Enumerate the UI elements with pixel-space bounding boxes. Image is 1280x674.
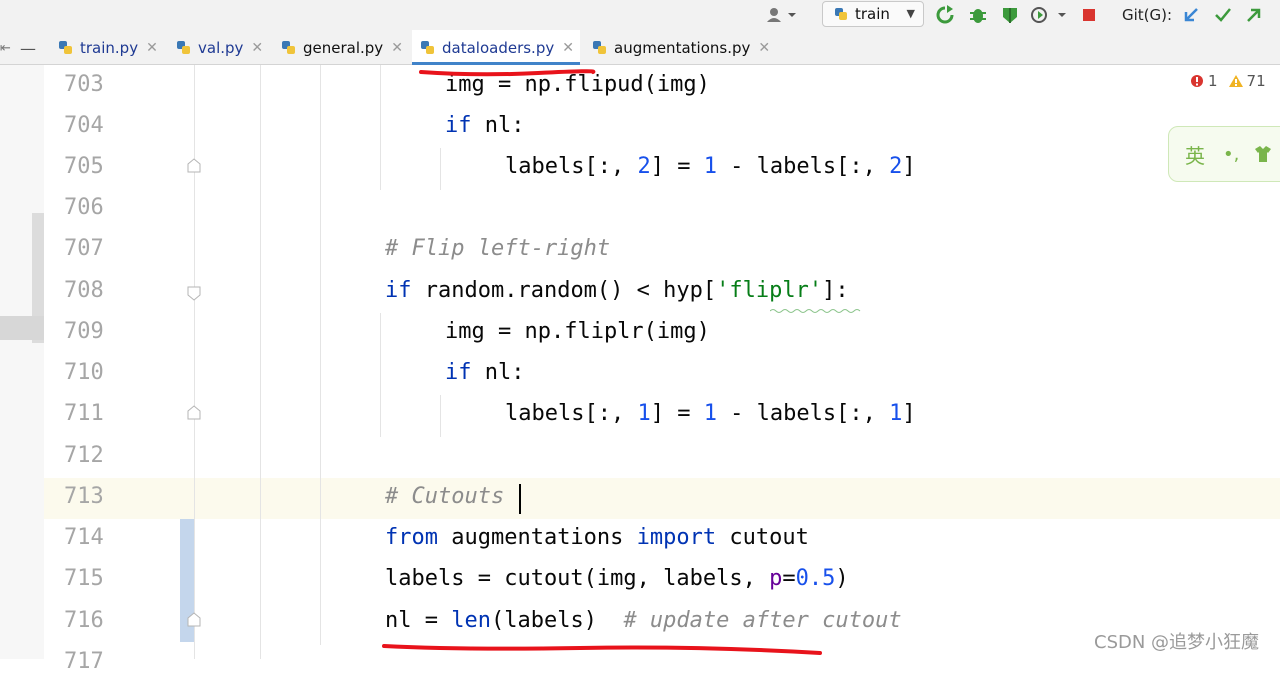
shirt-icon[interactable] [1253,145,1273,163]
inspection-widget[interactable]: 1 71 [1190,72,1266,90]
git-update-icon[interactable] [1182,0,1200,30]
project-panel-edge [0,65,44,659]
rerun-icon[interactable] [935,0,955,30]
indent-guide [260,65,261,659]
code-line-714[interactable]: from augmentations import cutout [385,525,809,550]
line-number: 714 [64,525,104,550]
indent-guide [440,148,441,190]
tab-train[interactable]: train.py ✕ [58,30,158,65]
indent-guide [320,65,321,645]
chevron-down-icon: ▼ [906,7,915,20]
line-number: 707 [64,236,104,261]
run-config-label: train [855,5,890,23]
indent-guide [380,65,381,190]
debug-icon[interactable] [968,0,988,30]
git-push-icon[interactable] [1245,0,1263,30]
code-line-707[interactable]: # Flip left-right [385,236,610,261]
line-number: 703 [64,72,104,97]
fold-end-icon[interactable] [186,612,202,628]
warning-icon [1228,75,1243,87]
code-line-709[interactable]: img = np.fliplr(img) [445,319,710,344]
error-count: 1 [1208,72,1218,90]
current-line-highlight [44,478,1280,519]
red-underline-code [382,644,822,655]
typo-squiggle [770,309,861,313]
indent-guide [440,395,441,437]
tab-label: val.py [198,38,244,57]
code-line-704[interactable]: if nl: [445,113,524,138]
watermark: CSDN @追梦小狂魔 [1094,632,1260,653]
tab-label: augmentations.py [614,38,751,57]
git-commit-icon[interactable] [1214,0,1232,30]
red-underline-tab [419,69,596,77]
code-line-713[interactable]: # Cutouts [385,484,504,509]
fold-start-icon[interactable] [186,285,202,301]
python-file-icon [282,40,295,54]
tab-val[interactable]: val.py ✕ [176,30,263,65]
tab-augmentations[interactable]: augmentations.py ✕ [592,30,770,65]
scroll-tabs-left-icon[interactable]: ⇤ [0,33,11,63]
ime-toolbar[interactable]: 英 •, [1168,126,1280,182]
tab-label: dataloaders.py [442,38,555,57]
line-number: 706 [64,195,104,220]
python-icon [835,8,847,20]
close-icon[interactable]: ✕ [391,40,403,56]
ime-language[interactable]: 英 [1185,140,1205,169]
line-number: 704 [64,113,104,138]
fold-end-icon[interactable] [186,158,202,174]
line-number: 712 [64,443,104,468]
tab-label: general.py [303,38,384,57]
warning-count: 71 [1246,72,1266,90]
close-icon[interactable]: ✕ [251,40,263,56]
tab-label: train.py [80,38,139,57]
code-line-715[interactable]: labels = cutout(img, labels, p=0.5) [385,566,849,591]
tab-general[interactable]: general.py ✕ [281,30,403,65]
user-menu-icon[interactable] [766,0,796,30]
line-number: 710 [64,360,104,385]
code-line-708[interactable]: if random.random() < hyp['fliplr']: [385,278,849,303]
close-icon[interactable]: ✕ [758,40,770,56]
ime-punctuation[interactable]: •, [1223,144,1239,165]
git-label: Git(G): [1122,6,1173,24]
line-number: 709 [64,319,104,344]
stop-icon[interactable] [1081,0,1097,30]
code-line-711[interactable]: labels[:, 1] = 1 - labels[:, 1] [505,401,916,426]
code-line-705[interactable]: labels[:, 2] = 1 - labels[:, 2] [505,154,916,179]
python-file-icon [593,40,606,54]
gutter-divider [194,65,195,659]
left-panel-selection [0,316,44,340]
minimize-icon[interactable]: — [20,33,36,63]
python-file-icon [421,40,434,54]
error-icon [1191,75,1203,87]
close-icon[interactable]: ✕ [146,40,158,56]
close-icon[interactable]: ✕ [562,40,574,56]
tab-dataloaders[interactable]: dataloaders.py ✕ [412,30,580,65]
line-number: 705 [64,154,104,179]
python-file-icon [59,40,72,54]
line-number: 713 [64,484,104,509]
line-number: 717 [64,649,104,674]
run-config-select[interactable]: train ▼ [822,1,924,27]
code-line-710[interactable]: if nl: [445,360,524,385]
line-number: 715 [64,566,104,591]
line-number: 711 [64,401,104,426]
profile-run-icon[interactable] [1030,0,1070,30]
active-tab-indicator [412,62,580,65]
coverage-icon[interactable] [1000,0,1020,30]
python-file-icon [177,40,190,54]
text-caret [519,484,521,514]
line-number: 708 [64,278,104,303]
indent-guide [380,313,381,437]
code-line-716[interactable]: nl = len(labels) # update after cutout [385,608,902,633]
line-number: 716 [64,608,104,633]
fold-end-icon[interactable] [186,405,202,421]
